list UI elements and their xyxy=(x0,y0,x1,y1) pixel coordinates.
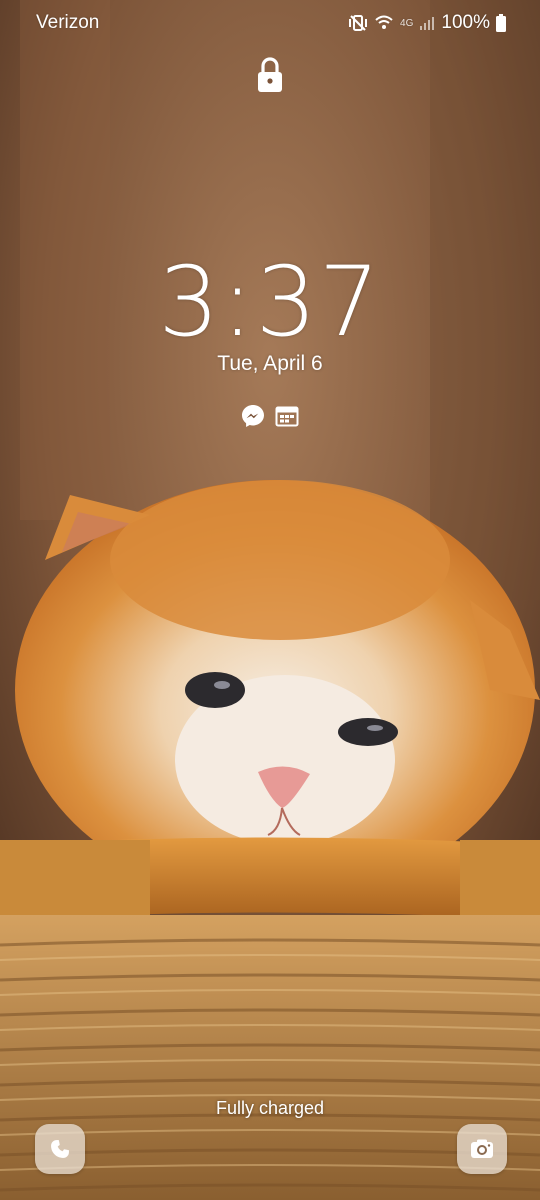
network-type-label: 4G xyxy=(400,17,414,29)
camera-icon xyxy=(471,1139,493,1158)
lock-icon[interactable] xyxy=(256,56,284,94)
carrier-label: Verizon xyxy=(36,12,100,33)
vibrate-mute-icon xyxy=(349,15,368,31)
lockscreen-clock: 3:37 xyxy=(158,246,382,358)
messenger-icon[interactable] xyxy=(241,404,265,428)
calendar-icon[interactable] xyxy=(275,404,299,428)
wallpaper-kitten-image xyxy=(0,0,540,1200)
signal-strength-icon xyxy=(420,17,435,30)
battery-percent: 100% xyxy=(441,12,490,33)
phone-shortcut-button[interactable] xyxy=(35,1124,85,1174)
status-icons: 4G 100% xyxy=(348,12,506,34)
notification-icons[interactable] xyxy=(0,404,540,428)
lockscreen-date: Tue, April 6 xyxy=(217,352,323,375)
phone-icon xyxy=(51,1140,69,1158)
charging-status-text: Fully charged xyxy=(215,1098,325,1118)
status-bar: Verizon 4G 100% xyxy=(0,0,540,46)
camera-shortcut-button[interactable] xyxy=(457,1124,507,1174)
battery-icon xyxy=(496,14,506,32)
wifi-calling-icon xyxy=(375,15,393,29)
lock-screen[interactable]: Verizon 4G 100% 3:37 Tue, April 6 Fully … xyxy=(0,0,540,1200)
